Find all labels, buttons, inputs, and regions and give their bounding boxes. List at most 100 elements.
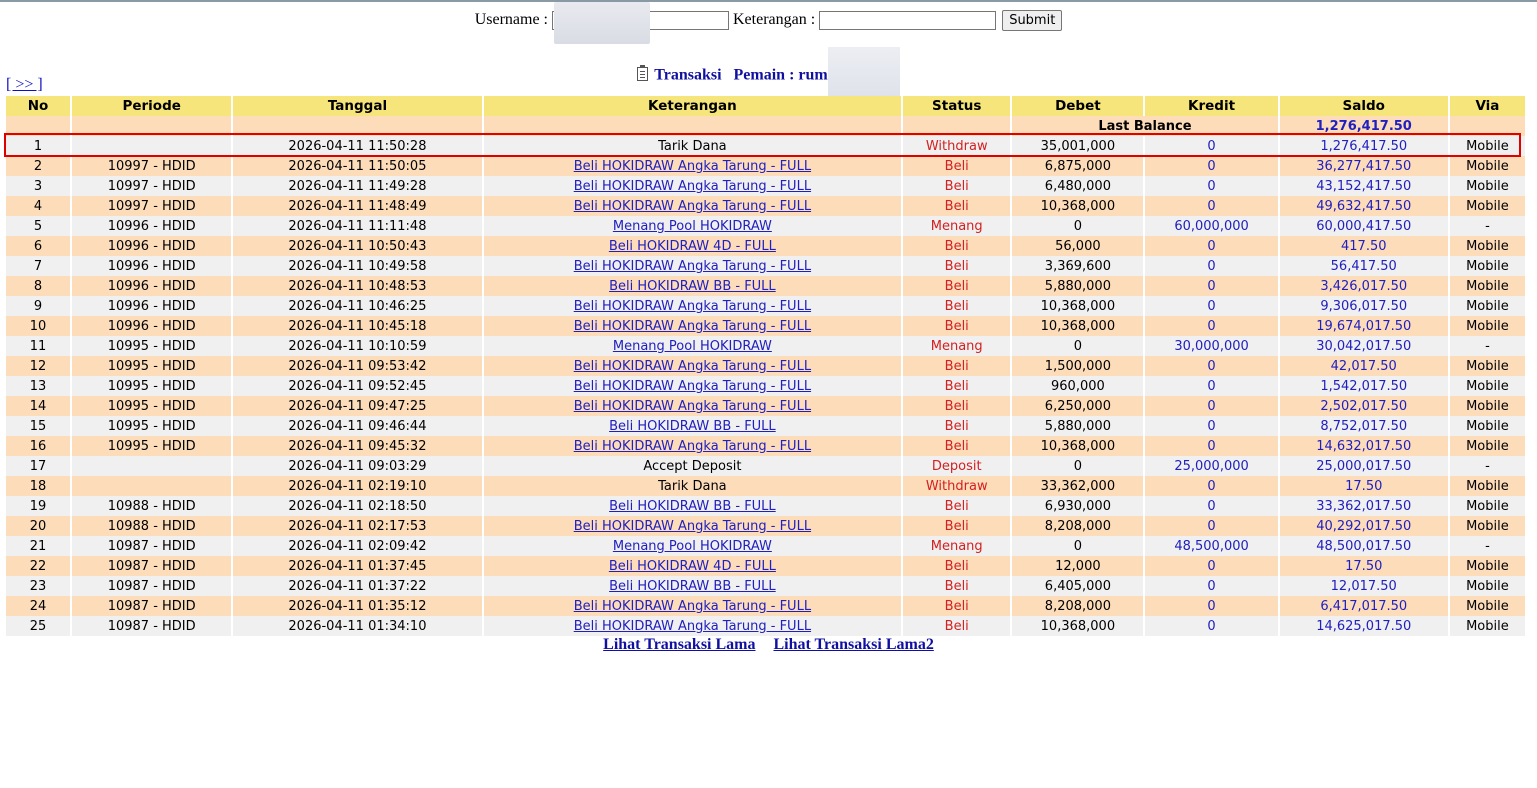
row-tanggal: 2026-04-11 01:35:12 — [233, 596, 482, 616]
row-saldo: 1,276,417.50 — [1279, 136, 1448, 156]
row-saldo: 17.50 — [1279, 556, 1448, 576]
row-status: Menang — [903, 536, 1011, 556]
row-periode: 10987 - HDID — [72, 596, 232, 616]
row-keterangan-link[interactable]: Menang Pool HOKIDRAW — [613, 339, 772, 354]
transaksi-title: Transaksi — [654, 66, 722, 84]
row-via: Mobile — [1449, 556, 1525, 576]
row-no: 21 — [6, 536, 71, 556]
row-keterangan-link[interactable]: Beli HOKIDRAW Angka Tarung - FULL — [574, 599, 811, 614]
row-keterangan-link[interactable]: Beli HOKIDRAW BB - FULL — [609, 419, 776, 434]
row-status: Beli — [903, 156, 1011, 176]
row-keterangan-link[interactable]: Beli HOKIDRAW Angka Tarung - FULL — [574, 519, 811, 534]
row-debet: 5,880,000 — [1012, 276, 1144, 296]
table-row: 17 2026-04-11 09:03:29 Accept Deposit Depos… — [6, 456, 1525, 476]
row-no: 20 — [6, 516, 71, 536]
table-row: 1 2026-04-11 11:50:28 Tarik Dana Withdraw 35… — [6, 136, 1525, 156]
username-field-wrap — [552, 2, 729, 44]
row-kredit: 0 — [1145, 416, 1278, 436]
row-debet: 10,368,000 — [1012, 436, 1144, 456]
row-kredit: 48,500,000 — [1145, 536, 1278, 556]
row-keterangan-link[interactable]: Beli HOKIDRAW Angka Tarung - FULL — [574, 319, 811, 334]
row-tanggal: 2026-04-11 10:46:25 — [233, 296, 482, 316]
row-saldo: 14,625,017.50 — [1279, 616, 1448, 636]
row-debet: 33,362,000 — [1012, 476, 1144, 496]
row-no: 3 — [6, 176, 71, 196]
row-no: 17 — [6, 456, 71, 476]
row-periode — [72, 476, 232, 496]
row-debet: 10,368,000 — [1012, 296, 1144, 316]
submit-button[interactable]: Submit — [1002, 10, 1063, 31]
table-row: 18 2026-04-11 02:19:10 Tarik Dana Withdraw 3… — [6, 476, 1525, 496]
row-via: Mobile — [1449, 196, 1525, 216]
row-keterangan-link[interactable]: Beli HOKIDRAW BB - FULL — [609, 499, 776, 514]
table-row: 11 10995 - HDID 2026-04-11 10:10:59 Menang … — [6, 336, 1525, 356]
row-kredit: 60,000,000 — [1145, 216, 1278, 236]
row-keterangan-link[interactable]: Beli HOKIDRAW BB - FULL — [609, 279, 776, 294]
row-keterangan: Tarik Dana — [483, 136, 902, 156]
row-keterangan-link[interactable]: Beli HOKIDRAW Angka Tarung - FULL — [574, 439, 811, 454]
row-no: 23 — [6, 576, 71, 596]
row-keterangan-link[interactable]: Beli HOKIDRAW 4D - FULL — [609, 239, 776, 254]
row-kredit: 0 — [1145, 396, 1278, 416]
row-status: Beli — [903, 396, 1011, 416]
row-saldo: 25,000,017.50 — [1279, 456, 1448, 476]
row-kredit: 0 — [1145, 556, 1278, 576]
row-keterangan-link[interactable]: Beli HOKIDRAW Angka Tarung - FULL — [574, 159, 811, 174]
row-saldo: 14,632,017.50 — [1279, 436, 1448, 456]
next-page-link[interactable]: [ >> ] — [6, 76, 43, 94]
row-via: Mobile — [1449, 496, 1525, 516]
row-status: Beli — [903, 316, 1011, 336]
old-transactions-link[interactable]: Lihat Transaksi Lama — [603, 636, 755, 653]
row-status: Beli — [903, 356, 1011, 376]
row-periode: 10995 - HDID — [72, 356, 232, 376]
row-periode: 10997 - HDID — [72, 156, 232, 176]
row-no: 1 — [6, 136, 71, 156]
row-keterangan-link[interactable]: Beli HOKIDRAW Angka Tarung - FULL — [574, 379, 811, 394]
row-no: 18 — [6, 476, 71, 496]
row-saldo: 42,017.50 — [1279, 356, 1448, 376]
row-keterangan-link[interactable]: Menang Pool HOKIDRAW — [613, 539, 772, 554]
row-tanggal: 2026-04-11 10:10:59 — [233, 336, 482, 356]
row-kredit: 0 — [1145, 596, 1278, 616]
table-row: 4 10997 - HDID 2026-04-11 11:48:49 Beli HOK… — [6, 196, 1525, 216]
search-form: Username : Keterangan : Submit — [0, 2, 1537, 44]
row-keterangan-link[interactable]: Beli HOKIDRAW Angka Tarung - FULL — [574, 359, 811, 374]
keterangan-input[interactable] — [819, 11, 997, 30]
row-via: Mobile — [1449, 236, 1525, 256]
row-keterangan-link[interactable]: Beli HOKIDRAW BB - FULL — [609, 579, 776, 594]
table-row: 13 10995 - HDID 2026-04-11 09:52:45 Beli HO… — [6, 376, 1525, 396]
row-keterangan-link[interactable]: Beli HOKIDRAW Angka Tarung - FULL — [574, 399, 811, 414]
row-no: 4 — [6, 196, 71, 216]
row-keterangan-link[interactable]: Beli HOKIDRAW Angka Tarung - FULL — [574, 179, 811, 194]
table-row: 24 10987 - HDID 2026-04-11 01:35:12 Beli HO… — [6, 596, 1525, 616]
row-periode: 10987 - HDID — [72, 576, 232, 596]
row-tanggal: 2026-04-11 10:48:53 — [233, 276, 482, 296]
redacted-player-overlay — [827, 47, 900, 97]
row-status: Beli — [903, 176, 1011, 196]
row-status: Beli — [903, 596, 1011, 616]
transaction-table: No Periode Tanggal Keterangan Status Deb… — [4, 96, 1527, 636]
row-keterangan-link[interactable]: Beli HOKIDRAW Angka Tarung - FULL — [574, 199, 811, 214]
old-transactions-link-2[interactable]: Lihat Transaksi Lama2 — [774, 636, 934, 653]
row-no: 6 — [6, 236, 71, 256]
row-keterangan-link[interactable]: Beli HOKIDRAW 4D - FULL — [609, 559, 776, 574]
row-via: Mobile — [1449, 476, 1525, 496]
row-keterangan-link[interactable]: Menang Pool HOKIDRAW — [613, 219, 772, 234]
row-tanggal: 2026-04-11 11:48:49 — [233, 196, 482, 216]
row-periode: 10996 - HDID — [72, 276, 232, 296]
row-debet: 3,369,600 — [1012, 256, 1144, 276]
table-row: 25 10987 - HDID 2026-04-11 01:34:10 Beli HO… — [6, 616, 1525, 636]
row-via: Mobile — [1449, 296, 1525, 316]
row-status: Beli — [903, 276, 1011, 296]
row-via: Mobile — [1449, 276, 1525, 296]
row-debet: 10,368,000 — [1012, 196, 1144, 216]
row-periode: 10987 - HDID — [72, 556, 232, 576]
table-row: 9 10996 - HDID 2026-04-11 10:46:25 Beli HOK… — [6, 296, 1525, 316]
row-keterangan-link[interactable]: Beli HOKIDRAW Angka Tarung - FULL — [574, 619, 811, 634]
row-tanggal: 2026-04-11 09:46:44 — [233, 416, 482, 436]
row-periode: 10995 - HDID — [72, 376, 232, 396]
row-no: 24 — [6, 596, 71, 616]
row-tanggal: 2026-04-11 11:50:28 — [233, 136, 482, 156]
row-keterangan-link[interactable]: Beli HOKIDRAW Angka Tarung - FULL — [574, 259, 811, 274]
row-keterangan-link[interactable]: Beli HOKIDRAW Angka Tarung - FULL — [574, 299, 811, 314]
